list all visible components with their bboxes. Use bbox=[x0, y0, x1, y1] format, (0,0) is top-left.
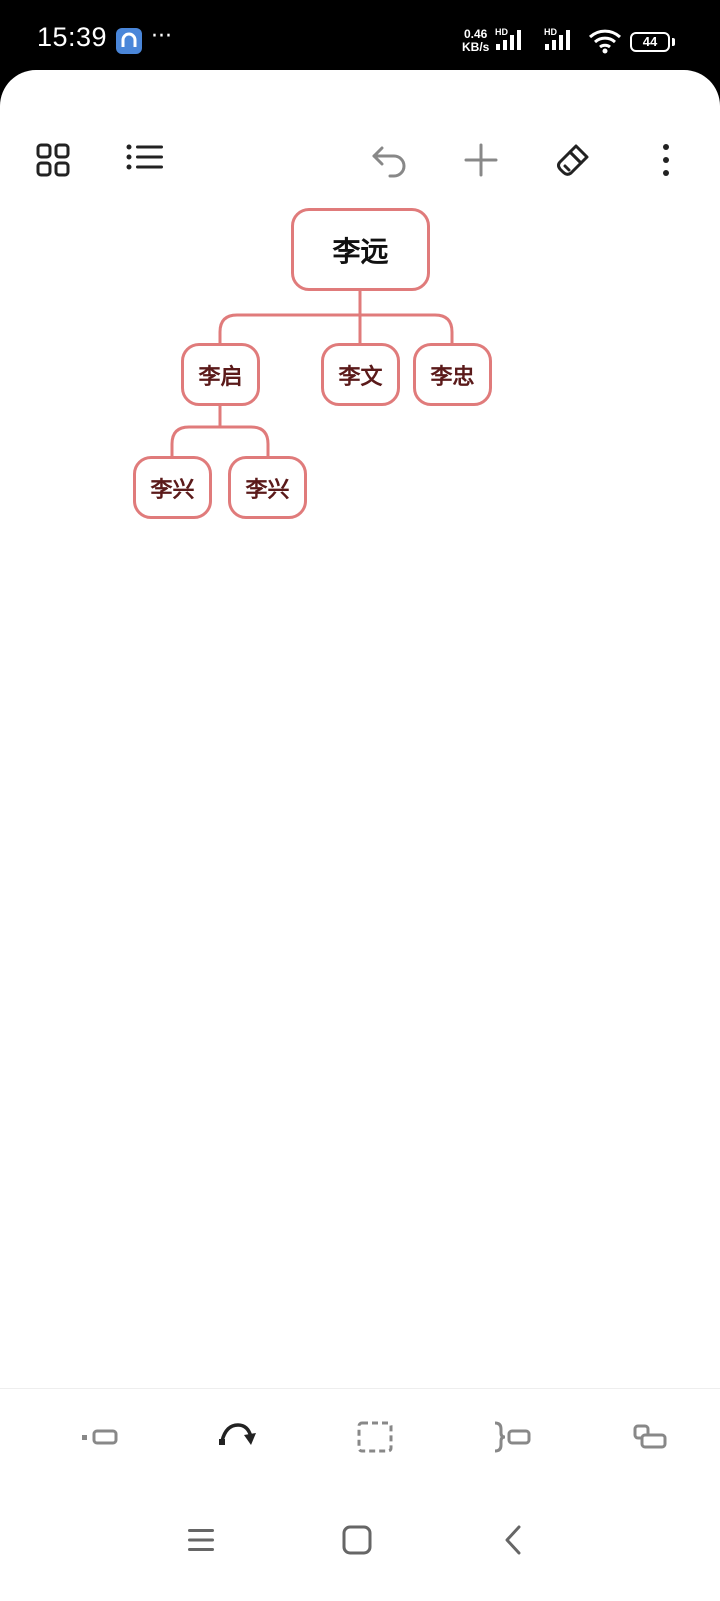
select-box-button[interactable] bbox=[345, 1409, 405, 1465]
root-node-label: 李远 bbox=[332, 234, 389, 268]
mindmap-node-li-zhong[interactable]: 李忠 bbox=[413, 343, 492, 406]
mindmap-node-li-xing-2[interactable]: 李兴 bbox=[228, 456, 307, 519]
bottom-toolbar bbox=[0, 1388, 720, 1489]
grid-view-button[interactable] bbox=[25, 132, 81, 188]
node-label: 李兴 bbox=[245, 477, 290, 503]
recent-apps-button[interactable] bbox=[171, 1508, 231, 1572]
app-notification-icon bbox=[116, 28, 142, 54]
outline-view-button[interactable] bbox=[117, 132, 173, 188]
mindmap-node-li-xing-1[interactable]: 李兴 bbox=[133, 456, 212, 519]
signal-icon-1 bbox=[496, 30, 521, 50]
redo-icon bbox=[219, 1423, 256, 1445]
list-icon bbox=[126, 144, 163, 170]
status-time: 15:39 bbox=[37, 22, 108, 52]
add-child-node-button[interactable] bbox=[70, 1409, 130, 1465]
signal-icon-2 bbox=[545, 30, 570, 50]
plus-icon bbox=[464, 143, 498, 177]
mindmap-node-li-qi[interactable]: 李启 bbox=[181, 343, 260, 406]
node-label: 李启 bbox=[198, 364, 243, 390]
add-button[interactable] bbox=[453, 132, 509, 188]
more-icon bbox=[663, 144, 669, 176]
back-button[interactable] bbox=[483, 1508, 543, 1572]
battery-icon: 44 bbox=[630, 32, 670, 52]
home-icon bbox=[342, 1525, 372, 1555]
back-icon bbox=[505, 1525, 521, 1555]
grid-icon bbox=[36, 143, 70, 177]
more-options-button[interactable] bbox=[638, 132, 694, 188]
battery-tip bbox=[672, 38, 675, 46]
summary-button[interactable] bbox=[482, 1409, 542, 1465]
add-sibling-node-button[interactable] bbox=[620, 1409, 680, 1465]
node-label: 李文 bbox=[338, 364, 383, 390]
node-label: 李兴 bbox=[150, 477, 195, 503]
add-sibling-icon bbox=[633, 1424, 667, 1449]
link-root-children bbox=[218, 313, 454, 343]
network-speed: 0.46 KB/s bbox=[462, 28, 489, 54]
mindmap-app: 李远 李启 李文 李忠 李兴 李兴 bbox=[0, 70, 720, 1601]
menu-icon bbox=[188, 1529, 214, 1551]
network-speed-unit: KB/s bbox=[462, 40, 490, 54]
status-more-dots: ··· bbox=[151, 24, 172, 49]
mindmap-root-node[interactable]: 李远 bbox=[291, 208, 430, 291]
undo-icon bbox=[372, 146, 406, 178]
node-label: 李忠 bbox=[430, 364, 475, 390]
select-box-icon bbox=[357, 1421, 393, 1453]
wifi-icon bbox=[588, 29, 622, 54]
link-li-qi-children bbox=[170, 425, 270, 456]
system-nav-bar bbox=[0, 1488, 720, 1601]
brush-icon bbox=[557, 144, 589, 176]
mindmap-canvas[interactable]: 李远 李启 李文 李忠 李兴 李兴 bbox=[0, 208, 720, 1458]
mindmap-node-li-wen[interactable]: 李文 bbox=[321, 343, 400, 406]
style-brush-button[interactable] bbox=[545, 132, 601, 188]
battery-level: 44 bbox=[642, 34, 658, 49]
undo-button[interactable] bbox=[362, 132, 418, 188]
redo-button[interactable] bbox=[207, 1409, 267, 1465]
summary-icon bbox=[494, 1421, 531, 1453]
home-button[interactable] bbox=[327, 1508, 387, 1572]
add-child-node-icon bbox=[82, 1429, 118, 1445]
